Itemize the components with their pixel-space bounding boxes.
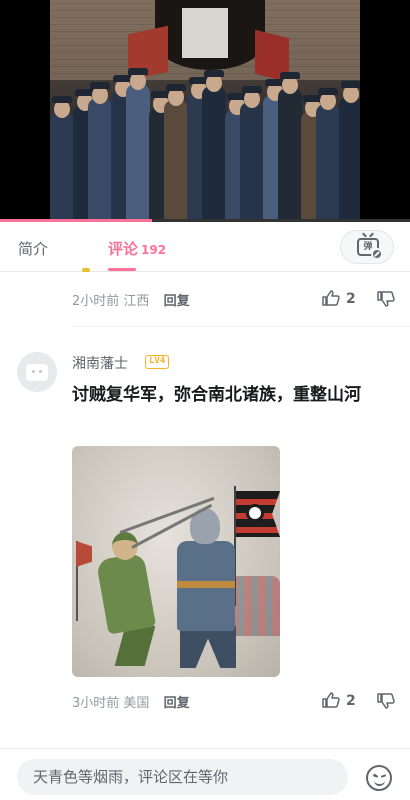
crowd-person-cap	[204, 70, 224, 77]
crowd-person	[316, 104, 340, 222]
comment-meta: 3小时前 美国 回复	[72, 692, 190, 711]
crowd-person	[240, 102, 264, 222]
crowd-person-cap	[242, 86, 262, 93]
crowd-person	[202, 86, 226, 222]
thumb-up-icon	[322, 692, 340, 708]
video-frame	[50, 0, 360, 222]
reply-button[interactable]: 回复	[164, 294, 190, 309]
illus-banner-emblem	[246, 504, 264, 522]
comment-input-bar	[0, 748, 410, 800]
crowd-person	[88, 98, 112, 222]
crowd-person	[126, 84, 150, 222]
like-button[interactable]: 2	[322, 290, 356, 307]
crowd-person-cap	[90, 82, 110, 89]
like-count: 2	[346, 693, 356, 709]
thumb-down-icon[interactable]	[377, 291, 395, 307]
disabled-badge-icon	[371, 248, 383, 260]
crowd-person-cap	[341, 81, 360, 88]
like-button[interactable]: 2	[322, 692, 356, 709]
crowd-person-cap	[128, 68, 148, 75]
crowd-person-cap	[166, 84, 186, 91]
comment-time: 3小时前	[72, 696, 120, 711]
default-avatar-icon	[26, 364, 48, 381]
smile-icon[interactable]	[366, 765, 392, 791]
tab-comments-label: 评论	[108, 240, 139, 258]
like-count: 2	[346, 291, 356, 307]
crowd-person	[278, 88, 302, 222]
crowd-person	[339, 97, 360, 222]
comment-input[interactable]	[17, 759, 348, 795]
crowd-person	[164, 100, 188, 222]
tab-comments[interactable]: 评论 192	[108, 238, 166, 259]
comment-text: 讨贼复华军，弥合南北诸族，重整山河	[72, 385, 361, 405]
comment-image[interactable]	[72, 446, 280, 677]
crowd-person	[50, 112, 74, 222]
comment-time: 2小时前	[72, 294, 120, 309]
danmaku-off-icon: 弹	[357, 238, 383, 260]
username[interactable]: 湘南藩士	[72, 353, 128, 373]
reply-button[interactable]: 回复	[164, 696, 190, 711]
clipped-emoji	[82, 268, 90, 272]
comment-divider	[72, 326, 410, 327]
illus-knight-belt	[177, 581, 235, 588]
comment-meta: 2小时前 江西 回复	[72, 290, 190, 309]
comment-location: 江西	[123, 294, 150, 309]
thumb-up-icon	[322, 290, 340, 306]
crowd-image	[50, 68, 360, 222]
clipped-text	[108, 268, 122, 271]
illus-red-flag	[76, 541, 92, 567]
gate-opening-image	[182, 8, 228, 58]
crowd-person-cap	[280, 72, 300, 79]
level-badge: LV4	[145, 355, 170, 369]
smile-icon-mouth	[374, 780, 385, 786]
smile-icon-eye	[372, 774, 379, 778]
smile-icon-eye	[380, 774, 387, 778]
thumb-down-icon[interactable]	[377, 693, 395, 709]
tab-intro[interactable]: 简介	[18, 238, 48, 259]
danmaku-toggle-button[interactable]: 弹	[340, 230, 394, 264]
comment-location: 美国	[123, 696, 150, 711]
illus-knight-legs	[180, 626, 236, 668]
avatar[interactable]	[17, 352, 57, 392]
crowd-person-cap	[52, 96, 72, 103]
illus-soldier-body	[95, 552, 157, 635]
crowd-person-cap	[318, 88, 338, 95]
previous-comment-clipped	[72, 268, 132, 273]
tab-intro-label: 简介	[18, 240, 49, 258]
comment-count: 192	[141, 243, 167, 257]
illus-army-background	[230, 576, 280, 636]
video-player[interactable]	[0, 0, 410, 222]
